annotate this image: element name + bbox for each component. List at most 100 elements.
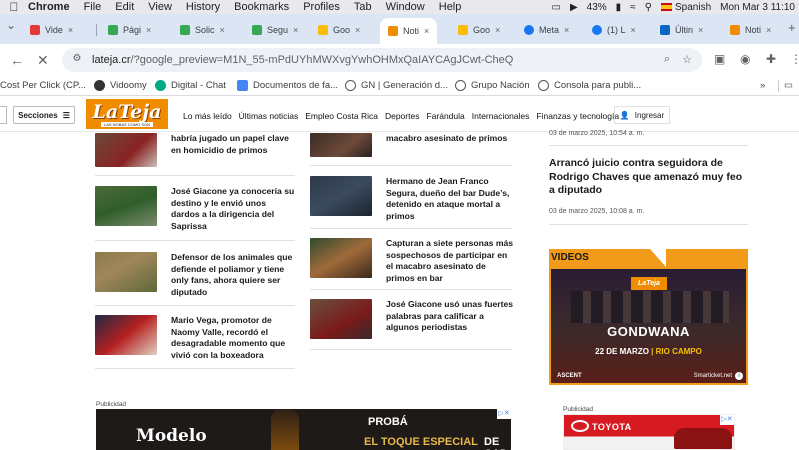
search-icon[interactable]: ⚲ — [645, 2, 652, 13]
zoom-icon[interactable]: ⌕ — [664, 53, 670, 66]
story-title[interactable]: José Giacone usó unas fuertes palabras p… — [386, 299, 514, 339]
menu-file[interactable]: File — [84, 1, 102, 13]
story-thumbnail[interactable] — [310, 238, 372, 278]
header-left-control[interactable] — [0, 106, 7, 124]
story-title[interactable]: Defensor de los animales que defiende el… — [171, 252, 296, 298]
close-icon[interactable]: × — [424, 26, 429, 36]
nav-deportes[interactable]: Deportes — [385, 111, 420, 121]
nav-empleo[interactable]: Empleo Costa Rica — [305, 111, 378, 121]
bookmark-3[interactable]: Documentos de fa... — [237, 80, 338, 91]
menu-profiles[interactable]: Profiles — [303, 1, 340, 13]
story-title[interactable]: Mario Vega, promotor de Naomy Valle, rec… — [171, 315, 296, 361]
story-card[interactable]: Capturan a siete personas más sospechoso… — [310, 238, 514, 284]
tab-3[interactable]: Segu × — [252, 20, 298, 40]
story-title[interactable]: Capturan a siete personas más sospechoso… — [386, 238, 514, 284]
tab-2[interactable]: Solic × — [180, 20, 225, 40]
login-button[interactable]: 👤 Ingresar — [614, 106, 670, 124]
story-card[interactable]: Mario Vega, promotor de Naomy Valle, rec… — [95, 315, 296, 361]
play-icon[interactable]: ▶ — [570, 2, 578, 13]
story-title[interactable]: macabro asesinato de primos — [386, 133, 514, 157]
menu-view[interactable]: View — [148, 1, 172, 13]
bookmark-4[interactable]: GN | Generación d... — [345, 80, 448, 91]
puzzle-icon[interactable]: ✚ — [766, 52, 776, 66]
address-bar[interactable]: ⚙ lateja.cr/?google_preview=M1N_55-mPdUY… — [62, 48, 702, 72]
stop-loading-icon[interactable]: ✕ — [37, 52, 49, 69]
input-language[interactable]: Spanish — [661, 2, 711, 13]
nav-finanzas[interactable]: Finanzas y tecnología — [536, 111, 619, 121]
story-title[interactable]: Hermano de Jean Franco Segura, dueño del… — [386, 176, 514, 222]
menu-icon[interactable]: ⋮ — [790, 52, 799, 66]
bookmark-0[interactable]: Cost Per Click (CP... — [0, 80, 86, 91]
bookmark-2[interactable]: Digital - Chat — [155, 80, 226, 91]
close-icon[interactable]: × — [220, 25, 225, 35]
tab-8[interactable]: (1) L × — [592, 20, 636, 40]
tab-4[interactable]: Goo × — [318, 20, 360, 40]
story-thumbnail[interactable] — [95, 315, 157, 355]
story-thumbnail[interactable] — [95, 186, 157, 226]
close-icon[interactable]: × — [495, 25, 500, 35]
close-icon[interactable]: × — [631, 25, 636, 35]
story-card[interactable]: macabro asesinato de primos — [310, 133, 514, 157]
new-tab-icon[interactable]: + — [788, 20, 796, 35]
menu-history[interactable]: History — [186, 1, 220, 13]
site-info-icon[interactable]: ⚙ — [70, 53, 84, 67]
info-icon[interactable]: i — [735, 372, 743, 380]
nav-farandula[interactable]: Farándula — [426, 111, 464, 121]
all-bookmarks-icon[interactable]: ▭ — [784, 80, 793, 91]
menu-help[interactable]: Help — [439, 1, 462, 13]
tab-10[interactable]: Noti × — [730, 20, 771, 40]
video-thumbnail[interactable]: LaTeja GONDWANA 22 DE MARZO | RIO CAMPO … — [551, 269, 746, 383]
story-thumbnail[interactable] — [95, 133, 157, 167]
story-card[interactable]: Defensor de los animales que defiende el… — [95, 252, 296, 298]
story-title[interactable]: José Giacone ya conocería su destino y l… — [171, 186, 296, 232]
close-icon[interactable]: × — [698, 25, 703, 35]
modelo-ad[interactable]: Modelo PROBÁ EL TOQUE ESPECIAL DE CADA C… — [96, 409, 511, 450]
screen-mirroring-icon[interactable]: ▭ — [551, 2, 560, 13]
close-icon[interactable]: × — [68, 25, 73, 35]
bookmark-star-icon[interactable]: ☆ — [682, 53, 692, 66]
tab-0[interactable]: Vide × — [30, 20, 73, 40]
menu-bookmarks[interactable]: Bookmarks — [234, 1, 289, 13]
story-thumbnail[interactable] — [310, 299, 372, 339]
nav-ultimas-noticias[interactable]: Últimas noticias — [239, 111, 299, 121]
close-icon[interactable]: × — [146, 25, 151, 35]
tab-search-icon[interactable]: ⌄ — [6, 18, 16, 32]
story-card[interactable]: José Giacone ya conocería su destino y l… — [95, 186, 296, 232]
lateja-logo[interactable]: LaTeja LAS NOBAS COMO SON — [86, 99, 168, 129]
nav-lo-mas-leido[interactable]: Lo más leído — [183, 111, 232, 121]
menu-tab[interactable]: Tab — [354, 1, 372, 13]
story-title[interactable]: habría jugado un papel clave en homicidi… — [171, 133, 296, 167]
menu-edit[interactable]: Edit — [115, 1, 134, 13]
tab-7[interactable]: Meta × — [524, 20, 569, 40]
close-icon[interactable]: × — [355, 25, 360, 35]
more-bookmarks-icon[interactable]: » — [760, 80, 765, 91]
close-icon[interactable]: × — [564, 25, 569, 35]
story-thumbnail[interactable] — [95, 252, 157, 292]
story-card[interactable]: habría jugado un papel clave en homicidi… — [95, 133, 296, 167]
story-card[interactable]: José Giacone usó unas fuertes palabras p… — [310, 299, 514, 339]
tab-6[interactable]: Goo × — [458, 20, 500, 40]
close-icon[interactable]: × — [293, 25, 298, 35]
toyota-ad[interactable]: TOYOTA ▷✕ — [563, 414, 735, 450]
tab-9[interactable]: Últin × — [660, 20, 703, 40]
app-menu-chrome[interactable]: Chrome — [28, 1, 70, 13]
apple-icon[interactable]:  — [0, 0, 28, 14]
back-arrow-icon[interactable]: ← — [10, 52, 24, 68]
battery-icon[interactable]: ▮ — [616, 2, 622, 13]
video-player[interactable]: LaTeja GONDWANA 22 DE MARZO | RIO CAMPO … — [549, 267, 748, 385]
story-title[interactable]: Arrancó juicio contra seguidora de Rodri… — [549, 157, 749, 198]
ad-choices-icon[interactable]: ▷✕ — [720, 415, 734, 425]
bookmark-1[interactable]: Vidoomy — [94, 80, 147, 91]
nav-internacionales[interactable]: Internacionales — [472, 111, 530, 121]
tab-1[interactable]: Pági × — [108, 20, 151, 40]
extension-icon[interactable]: ▣ — [714, 52, 725, 66]
menu-window[interactable]: Window — [386, 1, 425, 13]
ad-choices-icon[interactable]: ▷✕ — [497, 409, 511, 419]
close-icon[interactable]: × — [766, 25, 771, 35]
sections-button[interactable]: Secciones ☰ — [13, 106, 75, 124]
story-thumbnail[interactable] — [310, 133, 372, 157]
bookmark-6[interactable]: Consola para publi... — [538, 80, 641, 91]
bookmark-5[interactable]: Grupo Nación — [455, 80, 530, 91]
story-thumbnail[interactable] — [310, 176, 372, 216]
tab-5-active[interactable]: Noti × — [380, 18, 438, 44]
